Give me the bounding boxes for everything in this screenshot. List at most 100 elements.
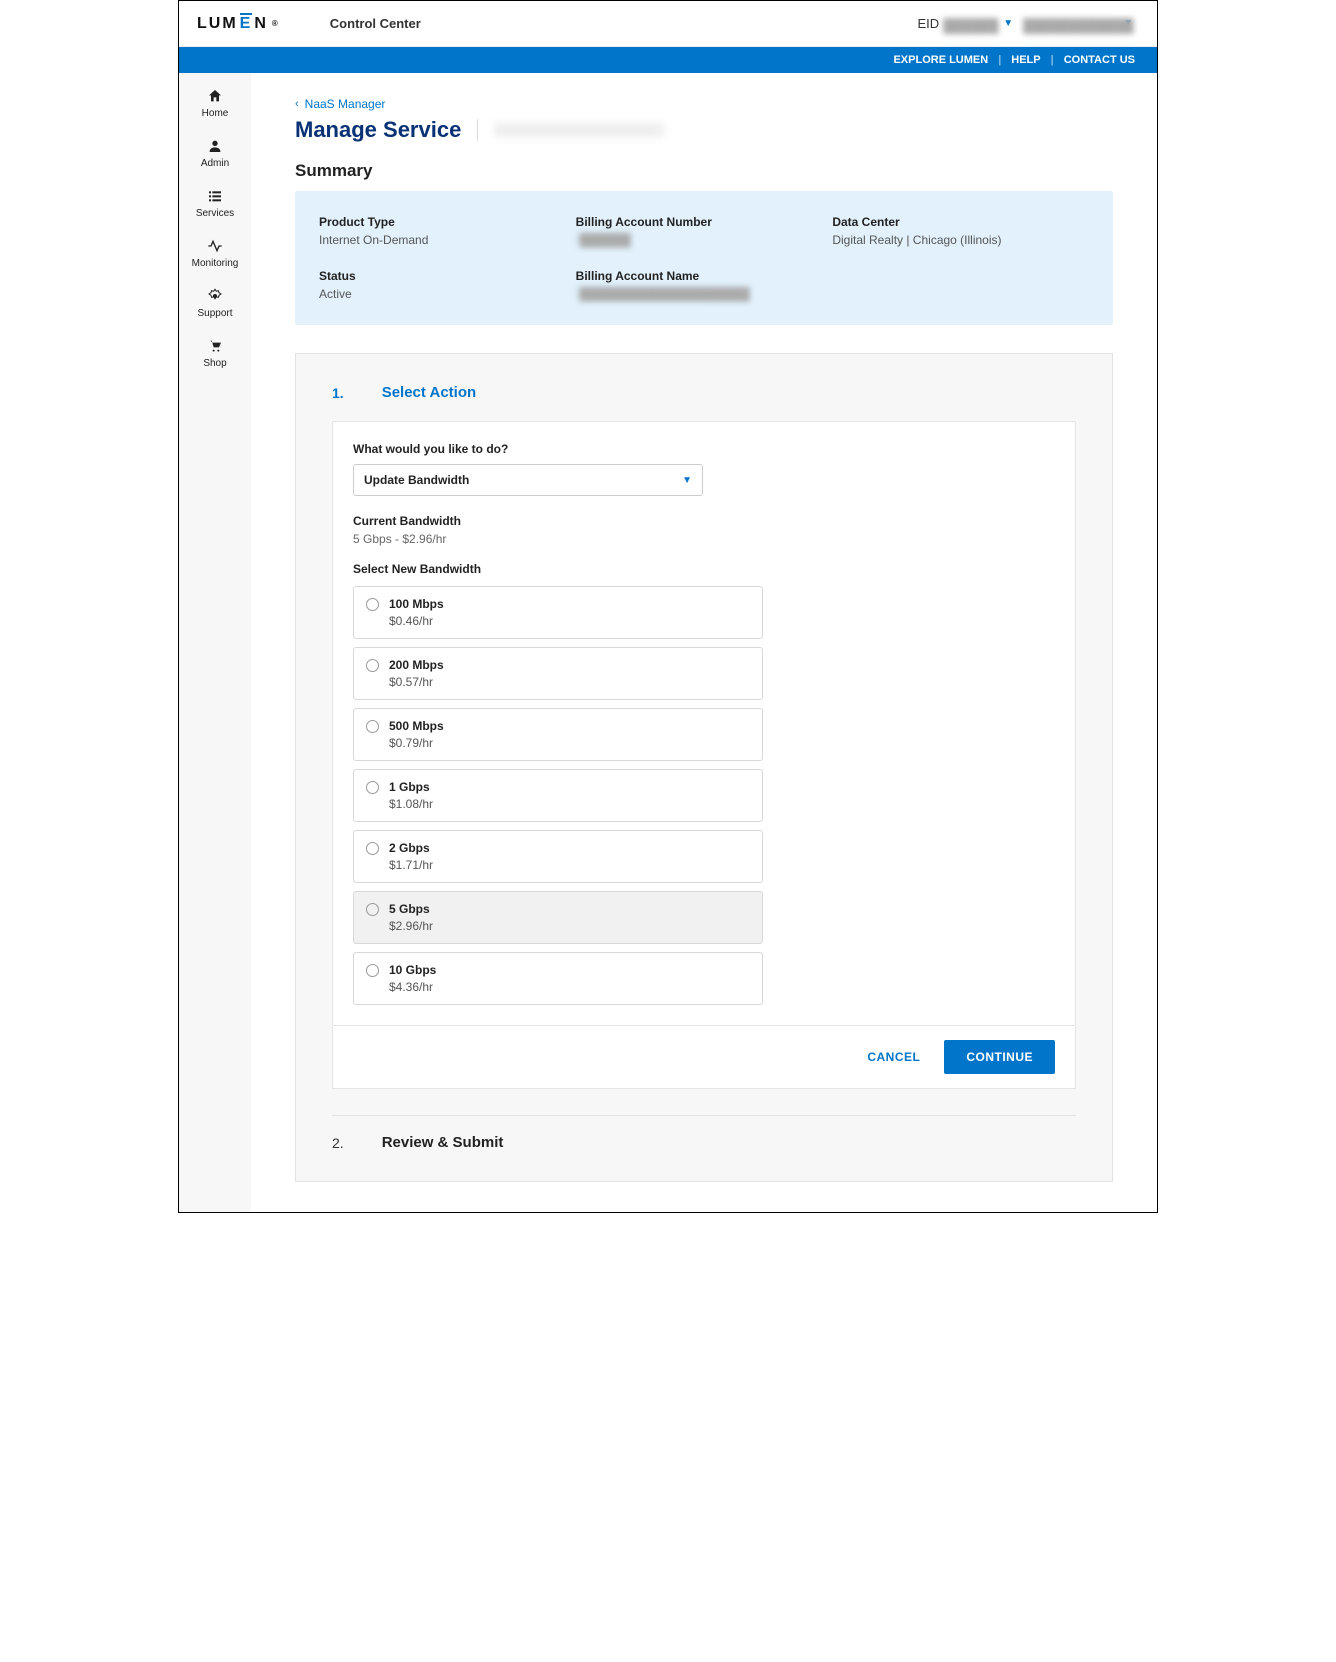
home-icon	[206, 87, 224, 105]
sidebar-item-label: Monitoring	[192, 258, 239, 269]
field-value: Internet On-Demand	[319, 233, 576, 247]
bandwidth-option-price: $4.36/hr	[389, 980, 436, 994]
radio-icon	[366, 659, 379, 672]
bandwidth-option-label: 2 Gbps	[389, 841, 433, 855]
field-label: Billing Account Number	[576, 215, 833, 229]
action-selected-value: Update Bandwidth	[364, 473, 469, 487]
step-1-footer: CANCEL CONTINUE	[332, 1026, 1076, 1089]
radio-icon	[366, 598, 379, 611]
bandwidth-option-label: 10 Gbps	[389, 963, 436, 977]
radio-icon	[366, 781, 379, 794]
utility-bar: EXPLORE LUMEN | HELP | CONTACT US	[179, 47, 1157, 73]
field-label: Product Type	[319, 215, 576, 229]
bandwidth-option-price: $1.08/hr	[389, 797, 433, 811]
bandwidth-option-label: 100 Mbps	[389, 597, 444, 611]
field-value: Digital Realty | Chicago (Illinois)	[832, 233, 1089, 247]
summary-status: Status Active	[319, 269, 576, 301]
current-bandwidth-label: Current Bandwidth	[353, 514, 1055, 528]
help-link[interactable]: HELP	[1001, 54, 1050, 66]
sidebar-nav: Home Admin Services Monitoring	[179, 73, 251, 1212]
bandwidth-option-price: $2.96/hr	[389, 919, 433, 933]
bandwidth-option-label: 200 Mbps	[389, 658, 444, 672]
sidebar-item-admin[interactable]: Admin	[201, 137, 229, 169]
chevron-down-icon: ▼	[1003, 18, 1013, 29]
bandwidth-option[interactable]: 500 Mbps$0.79/hr	[353, 708, 763, 761]
activity-icon	[206, 237, 224, 255]
radio-icon	[366, 903, 379, 916]
breadcrumb-label: NaaS Manager	[305, 97, 386, 111]
wizard-container: 1. Select Action What would you like to …	[295, 353, 1113, 1182]
step-1-header: 1. Select Action	[332, 384, 1076, 401]
continue-button[interactable]: CONTINUE	[944, 1040, 1055, 1074]
summary-product-type: Product Type Internet On-Demand	[319, 215, 576, 247]
sidebar-item-shop[interactable]: Shop	[203, 337, 226, 369]
radio-icon	[366, 720, 379, 733]
step-divider	[332, 1115, 1076, 1116]
summary-billing-number: Billing Account Number ██████	[576, 215, 833, 247]
radio-icon	[366, 964, 379, 977]
page-title: Manage Service	[295, 117, 461, 143]
bandwidth-option-label: 1 Gbps	[389, 780, 433, 794]
bandwidth-option-price: $0.46/hr	[389, 614, 444, 628]
cancel-button[interactable]: CANCEL	[867, 1050, 920, 1064]
bandwidth-option[interactable]: 100 Mbps $0.46/hr	[353, 586, 763, 639]
bandwidth-option[interactable]: 2 Gbps $1.71/hr	[353, 830, 763, 883]
bandwidth-option-price: $0.57/hr	[389, 675, 444, 689]
step-number: 2.	[332, 1135, 344, 1151]
bandwidth-option[interactable]: 200 Mbps $0.57/hr	[353, 647, 763, 700]
support-icon	[206, 287, 224, 305]
bandwidth-option-price: $1.71/hr	[389, 858, 433, 872]
field-label: Status	[319, 269, 576, 283]
summary-billing-name: Billing Account Name ███████████████████…	[576, 269, 833, 301]
sidebar-item-support[interactable]: Support	[197, 287, 232, 319]
account-value: ████████████	[1023, 18, 1113, 30]
contact-us-link[interactable]: CONTACT US	[1054, 54, 1145, 66]
action-question-label: What would you like to do?	[353, 442, 1055, 456]
action-select[interactable]: Update Bandwidth ▼	[353, 464, 703, 496]
eid-label: EID	[918, 16, 940, 31]
step-title: Select Action	[382, 384, 476, 401]
field-value: Active	[319, 287, 576, 301]
app-title: Control Center	[330, 16, 421, 31]
cart-icon	[206, 337, 224, 355]
step-number: 1.	[332, 385, 344, 401]
bandwidth-option[interactable]: 5 Gbps $2.96/hr	[353, 891, 763, 944]
sidebar-item-label: Home	[202, 108, 229, 119]
new-bandwidth-label: Select New Bandwidth	[353, 562, 1055, 576]
sidebar-item-label: Services	[196, 208, 234, 219]
title-divider	[477, 119, 478, 141]
breadcrumb[interactable]: ‹ NaaS Manager	[295, 97, 1113, 111]
summary-data-center: Data Center Digital Realty | Chicago (Il…	[832, 215, 1089, 247]
sidebar-item-services[interactable]: Services	[196, 187, 234, 219]
field-label: Data Center	[832, 215, 1089, 229]
eid-dropdown[interactable]: EID ██████ ▼ ████████████ ▼	[918, 16, 1139, 31]
field-value-redacted: ██████	[576, 233, 616, 244]
chevron-down-icon: ▼	[682, 475, 692, 486]
sidebar-item-label: Admin	[201, 158, 229, 169]
sidebar-item-label: Shop	[203, 358, 226, 369]
top-header: LUMEN® Control Center EID ██████ ▼ █████…	[179, 1, 1157, 47]
field-value-redacted: ████████████████████	[576, 287, 736, 298]
list-icon	[206, 187, 224, 205]
current-bandwidth-value: 5 Gbps - $2.96/hr	[353, 532, 1055, 546]
sidebar-item-label: Support	[197, 308, 232, 319]
step-1-body: What would you like to do? Update Bandwi…	[332, 421, 1076, 1026]
bandwidth-option-price: $0.79/hr	[389, 736, 444, 750]
user-icon	[206, 137, 224, 155]
sidebar-item-monitoring[interactable]: Monitoring	[192, 237, 239, 269]
chevron-left-icon: ‹	[295, 98, 299, 110]
radio-icon	[366, 842, 379, 855]
step-title: Review & Submit	[382, 1134, 504, 1151]
bandwidth-radio-list: 100 Mbps $0.46/hr 200 Mbps $0.57/hr 500 Mbps…	[353, 586, 763, 1005]
main-content: ‹ NaaS Manager Manage Service Summary Pr…	[251, 73, 1157, 1212]
summary-card: Product Type Internet On-Demand Billing …	[295, 191, 1113, 325]
bandwidth-option[interactable]: 1 Gbps $1.08/hr	[353, 769, 763, 822]
summary-section-title: Summary	[295, 161, 1113, 181]
field-label: Billing Account Name	[576, 269, 833, 283]
explore-lumen-link[interactable]: EXPLORE LUMEN	[883, 54, 998, 66]
bandwidth-option[interactable]: 10 Gbps $4.36/hr	[353, 952, 763, 1005]
service-identifier-redacted	[494, 123, 664, 137]
sidebar-item-home[interactable]: Home	[202, 87, 229, 119]
step-2-header: 2. Review & Submit	[332, 1134, 1076, 1151]
bandwidth-option-label: 5 Gbps	[389, 902, 433, 916]
